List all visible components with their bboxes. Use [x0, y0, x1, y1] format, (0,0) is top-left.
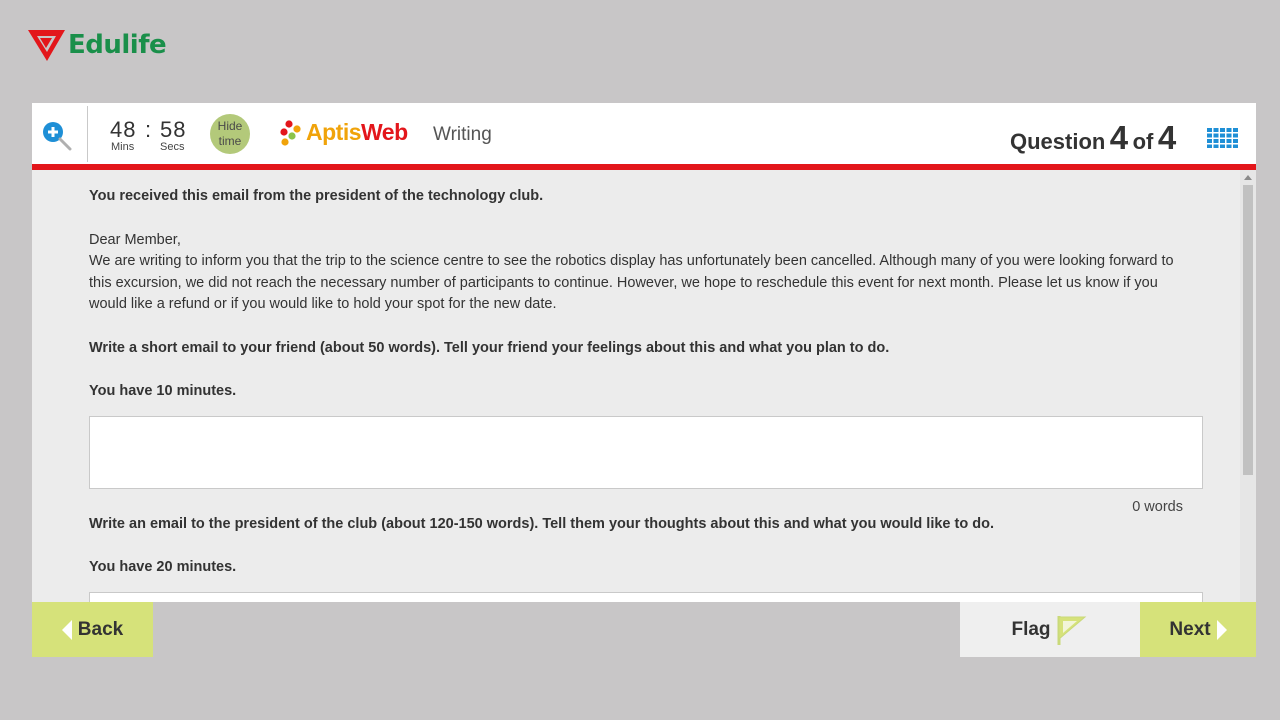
- question-current: 4: [1109, 119, 1129, 156]
- brand-name: Edulife: [68, 30, 167, 60]
- hide-time-button[interactable]: Hide time: [210, 114, 250, 154]
- task2-instruction: Write an email to the president of the c…: [89, 516, 994, 532]
- flag-button[interactable]: Flag: [960, 602, 1140, 657]
- question-of: of: [1132, 129, 1154, 154]
- header-divider: [87, 106, 88, 162]
- scroll-up-arrow-icon[interactable]: [1244, 175, 1252, 180]
- test-window: 48 : 58 Mins Secs Hide time AptisWeb Wri…: [32, 103, 1256, 657]
- timer-minutes: 48: [110, 117, 137, 142]
- email-greeting: Dear Member,: [89, 232, 181, 248]
- aptisweb-wordmark-part2: Web: [361, 119, 408, 145]
- next-button-label: Next: [1169, 618, 1211, 640]
- aptisweb-wordmark-part1: Aptis: [306, 119, 362, 145]
- next-arrow-icon: [1216, 619, 1227, 640]
- email-body: We are writing to inform you that the tr…: [89, 253, 1174, 312]
- timer-seconds-label: Secs: [160, 141, 185, 153]
- task1-word-count: 0 words: [1132, 499, 1183, 515]
- timer-separator: :: [145, 117, 153, 142]
- question-counter: Question 4 of 4: [1010, 119, 1176, 157]
- flag-button-label: Flag: [1011, 618, 1051, 640]
- flag-icon: [1057, 615, 1086, 645]
- back-arrow-icon: [61, 619, 72, 640]
- task1-answer-textarea[interactable]: [89, 416, 1203, 489]
- task1-instruction: Write a short email to your friend (abou…: [89, 340, 890, 356]
- aptis-dots-icon: [280, 119, 301, 146]
- task2-time: You have 20 minutes.: [89, 559, 237, 575]
- task2-answer-textarea[interactable]: [89, 592, 1203, 602]
- question-total: 4: [1157, 119, 1177, 156]
- back-button[interactable]: Back: [32, 602, 153, 657]
- section-title: Writing: [433, 124, 492, 145]
- question-content: You received this email from the preside…: [32, 170, 1240, 602]
- content-scrollbar[interactable]: [1240, 170, 1256, 602]
- aptisweb-wordmark: AptisWeb: [306, 119, 408, 146]
- intro-text: You received this email from the preside…: [89, 188, 544, 204]
- timer-minutes-label: Mins: [111, 141, 135, 153]
- question-grid-icon[interactable]: [1207, 128, 1238, 148]
- question-prefix: Question: [1010, 129, 1106, 154]
- task1-time: You have 10 minutes.: [89, 383, 237, 399]
- aptisweb-logo: AptisWeb: [280, 119, 408, 146]
- header-bar: 48 : 58 Mins Secs Hide time AptisWeb Wri…: [32, 103, 1256, 164]
- zoom-in-icon[interactable]: [42, 121, 72, 151]
- timer-seconds: 58: [160, 117, 187, 142]
- footer-bar: Back Flag Next: [32, 602, 1256, 657]
- edulife-logo-icon: [28, 30, 65, 61]
- edulife-logo: Edulife: [28, 28, 167, 62]
- scroll-thumb[interactable]: [1243, 185, 1253, 475]
- back-button-label: Back: [77, 618, 124, 640]
- next-button[interactable]: Next: [1140, 602, 1256, 657]
